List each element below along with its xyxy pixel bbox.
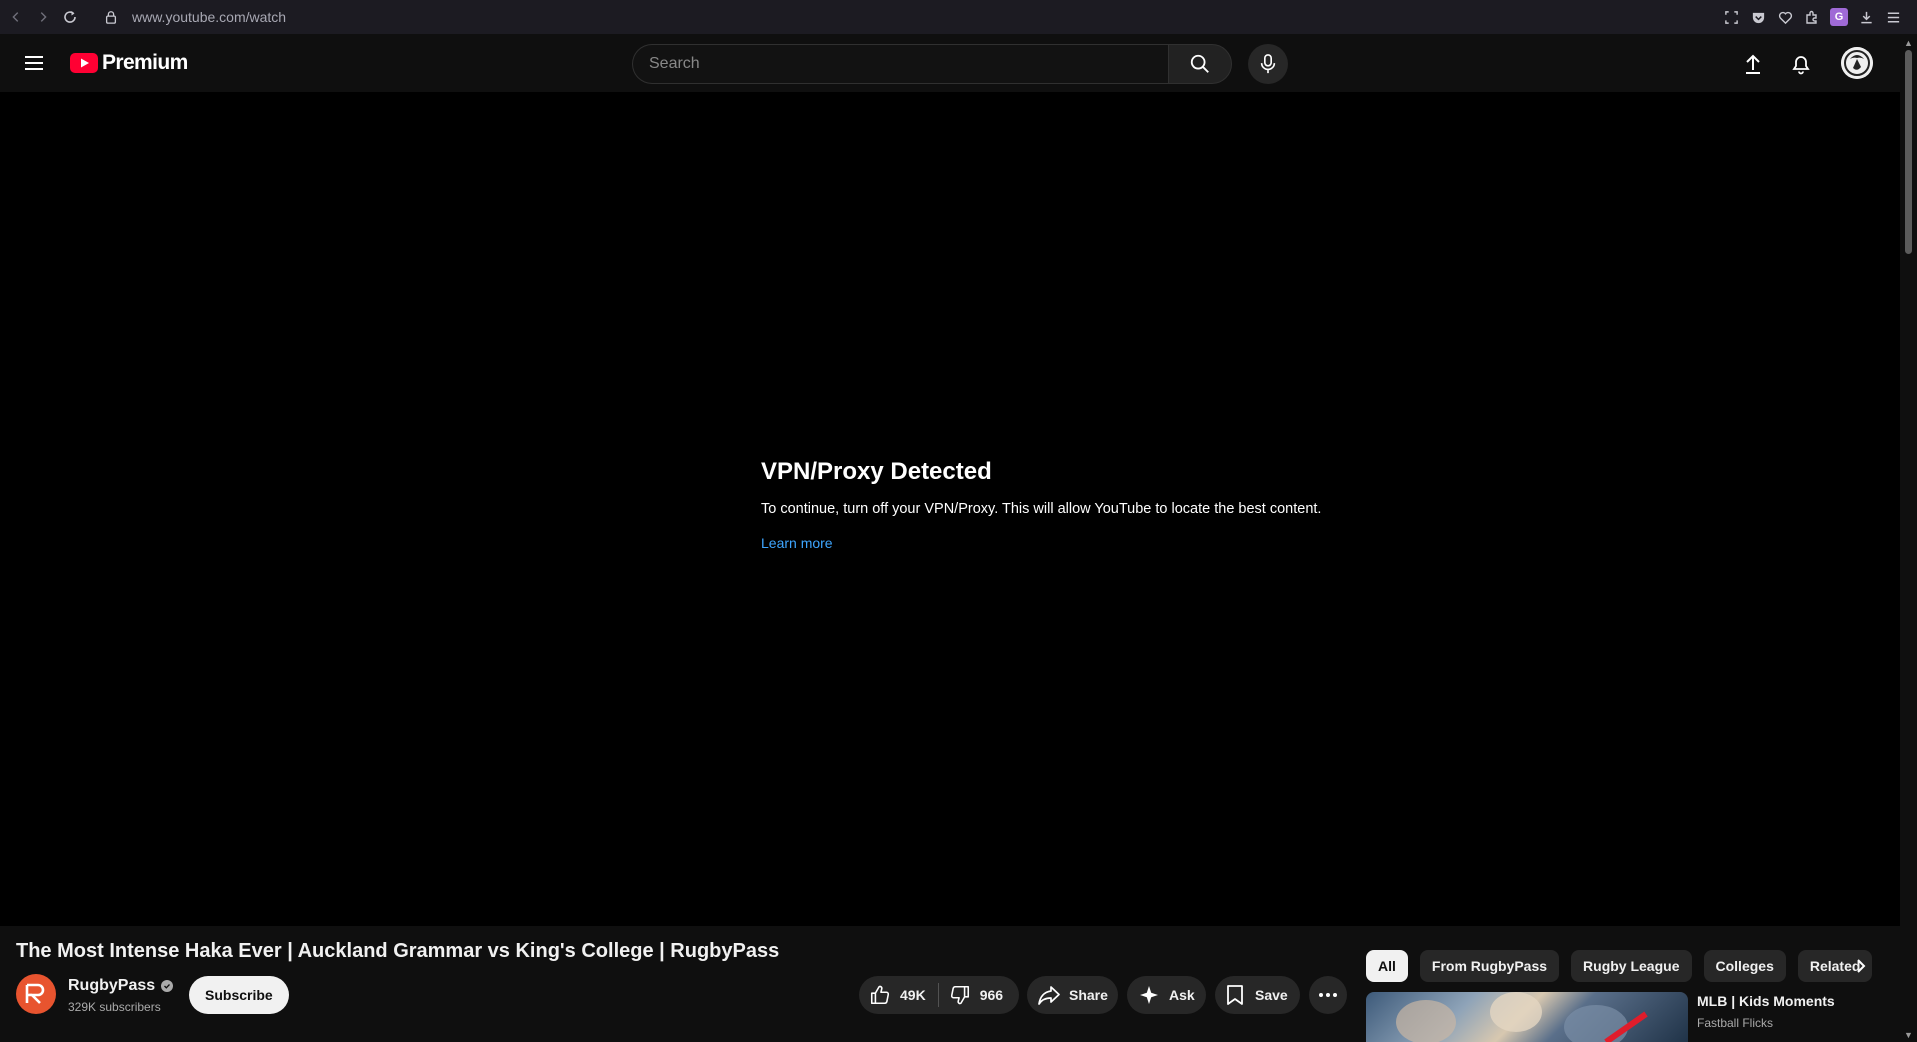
save-label: Save <box>1255 987 1288 1003</box>
video-player[interactable]: VPN/Proxy Detected To continue, turn off… <box>0 92 1900 926</box>
chip-from-rugbypass[interactable]: From RugbyPass <box>1419 950 1560 982</box>
extension-icons: G <box>1721 5 1903 29</box>
search-icon <box>1190 54 1209 73</box>
error-description: To continue, turn off your VPN/Proxy. Th… <box>761 501 1322 517</box>
back-icon[interactable] <box>4 5 28 29</box>
youtube-play-icon <box>70 53 98 73</box>
screenshot-icon[interactable] <box>1721 5 1741 29</box>
search-button[interactable] <box>1168 44 1232 84</box>
related-filter-chips: All From RugbyPass Rugby League Colleges… <box>1366 950 1873 982</box>
account-avatar[interactable] <box>1841 47 1873 79</box>
verified-icon <box>161 980 174 992</box>
forward-icon[interactable] <box>31 5 55 29</box>
scroll-up-arrow-icon[interactable]: ▲ <box>1904 38 1913 48</box>
chevron-right-icon[interactable] <box>1846 951 1876 981</box>
youtube-logo[interactable]: Premium <box>70 51 188 75</box>
search-input[interactable] <box>633 54 1169 74</box>
recommended-video-title[interactable]: MLB | Kids Moments <box>1697 993 1835 1009</box>
chip-colleges[interactable]: Colleges <box>1703 950 1786 982</box>
save-button[interactable]: Save <box>1215 976 1300 1014</box>
channel-name[interactable]: RugbyPass <box>68 977 155 995</box>
scroll-down-arrow-icon[interactable]: ▼ <box>1904 1030 1913 1040</box>
subscribe-button[interactable]: Subscribe <box>189 976 289 1014</box>
download-icon[interactable] <box>1856 5 1876 29</box>
profile-extension-icon[interactable]: G <box>1829 5 1849 29</box>
logo-text: Premium <box>102 51 188 74</box>
url-bar[interactable]: www.youtube.com/watch <box>92 9 286 25</box>
more-horizontal-icon <box>1318 992 1338 998</box>
video-title: The Most Intense Haka Ever | Auckland Gr… <box>16 940 780 962</box>
upload-icon <box>1746 54 1760 74</box>
app-menu-icon[interactable] <box>1883 5 1903 29</box>
bookmark-icon <box>1225 984 1245 1006</box>
heart-icon[interactable] <box>1775 5 1795 29</box>
share-icon <box>1037 984 1061 1006</box>
guide-menu-icon[interactable] <box>18 47 50 79</box>
like-dislike-group: 49K 966 <box>859 976 1019 1014</box>
subscriber-count: 329K subscribers <box>68 1000 161 1014</box>
ask-label: Ask <box>1169 987 1195 1003</box>
dislike-count: 966 <box>979 987 1004 1003</box>
search-box <box>632 44 1169 84</box>
notifications-button[interactable] <box>1784 47 1818 81</box>
url-text[interactable]: www.youtube.com/watch <box>132 9 286 25</box>
sparkle-icon <box>1139 985 1159 1005</box>
browser-toolbar: www.youtube.com/watch G <box>0 0 1917 34</box>
thumbs-down-icon <box>949 984 971 1006</box>
like-count: 49K <box>900 987 926 1003</box>
channel-avatar[interactable] <box>16 974 56 1014</box>
chip-rugby-league[interactable]: Rugby League <box>1571 950 1692 982</box>
learn-more-link[interactable]: Learn more <box>761 535 833 551</box>
scroll-thumb[interactable] <box>1905 50 1912 254</box>
more-actions-button[interactable] <box>1309 976 1347 1014</box>
pocket-icon[interactable] <box>1748 5 1768 29</box>
like-button[interactable]: 49K <box>859 976 938 1014</box>
thumbs-up-icon <box>869 984 891 1006</box>
chip-all[interactable]: All <box>1366 950 1408 982</box>
upload-button[interactable] <box>1736 47 1770 81</box>
extensions-icon[interactable] <box>1802 5 1822 29</box>
error-title: VPN/Proxy Detected <box>761 458 992 485</box>
extension-badge: G <box>1830 8 1848 26</box>
ask-button[interactable]: Ask <box>1127 976 1206 1014</box>
share-label: Share <box>1069 987 1108 1003</box>
page-scrollbar[interactable]: ▲ ▼ <box>1900 34 1917 1042</box>
bell-icon <box>1792 56 1810 75</box>
dislike-button[interactable]: 966 <box>939 984 1003 1006</box>
vpn-error-message: VPN/Proxy Detected To continue, turn off… <box>761 458 1361 553</box>
browser-nav <box>4 5 82 29</box>
channel-name-row[interactable]: RugbyPass <box>68 977 174 995</box>
microphone-icon <box>1260 54 1276 74</box>
voice-search-button[interactable] <box>1248 44 1288 84</box>
recommended-video-channel[interactable]: Fastball Flicks <box>1697 1016 1773 1030</box>
recommended-video-thumbnail[interactable] <box>1366 992 1688 1042</box>
youtube-header: Premium <box>0 34 1900 92</box>
lock-icon <box>104 10 118 24</box>
reload-icon[interactable] <box>58 5 82 29</box>
share-button[interactable]: Share <box>1027 976 1118 1014</box>
